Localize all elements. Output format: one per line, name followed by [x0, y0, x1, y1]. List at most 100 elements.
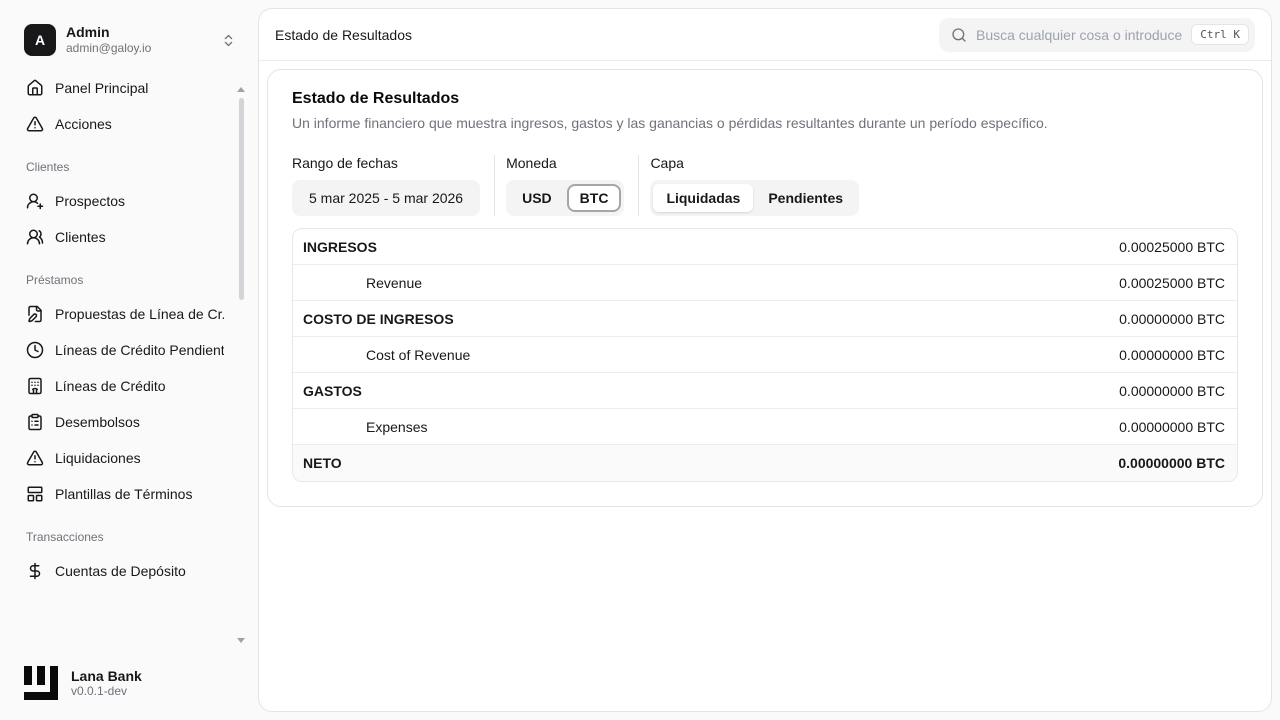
table-row-neto: NETO 0.00000000 BTC [293, 445, 1237, 481]
search-box[interactable]: Ctrl K [939, 17, 1255, 52]
file-pen-icon [26, 305, 44, 323]
nav-section-label: Clientes [26, 160, 70, 174]
breadcrumb: Estado de Resultados [275, 26, 412, 43]
row-value: 0.00000000 BTC [1118, 455, 1225, 471]
brand-footer: Lana Bank v0.0.1-dev [0, 654, 250, 720]
user-name: Admin [66, 24, 110, 41]
user-menu-trigger[interactable]: A Admin admin@galoy.io [16, 24, 236, 56]
row-value: 0.00000000 BTC [1119, 418, 1225, 435]
sidebar-item-label: Clientes [55, 229, 106, 245]
chevrons-up-down-icon [221, 33, 236, 48]
sidebar-item-cuentas-deposito[interactable]: Cuentas de Depósito [0, 553, 250, 589]
sidebar-item-label: Panel Principal [55, 80, 149, 96]
sidebar-item-liquidaciones[interactable]: Liquidaciones [0, 440, 250, 476]
row-label: Cost of Revenue [366, 346, 471, 363]
alert-triangle-icon [26, 115, 44, 133]
bank-icon [26, 377, 44, 395]
users-icon [26, 228, 44, 246]
sidebar-item-label: Líneas de Crédito [55, 378, 166, 394]
brand-version: v0.0.1-dev [71, 684, 128, 699]
row-value: 0.00000000 BTC [1119, 346, 1225, 363]
sidebar-item-label: Liquidaciones [55, 450, 141, 466]
layer-label: Capa [650, 155, 684, 171]
report-filters: Rango de fechas 5 mar 2025 - 5 mar 2026 … [292, 155, 1238, 216]
search-input[interactable] [976, 26, 1183, 43]
search-icon [951, 27, 967, 43]
sidebar-item-prospectos[interactable]: Prospectos [0, 183, 250, 219]
nav-section-label: Préstamos [26, 273, 84, 287]
row-label: COSTO DE INGRESOS [303, 310, 454, 327]
date-range-label: Rango de fechas [292, 155, 398, 171]
sidebar-item-plantillas-terminos[interactable]: Plantillas de Términos [0, 476, 250, 512]
main-header: Estado de Resultados Ctrl K [259, 9, 1271, 61]
sidebar-scrollbar[interactable] [239, 98, 244, 300]
table-row-costo-de-ingresos: COSTO DE INGRESOS 0.00000000 BTC [293, 301, 1237, 337]
shortcut-badge: Ctrl K [1191, 24, 1249, 45]
income-statement-table: INGRESOS 0.00025000 BTC Revenue 0.00025000 … [292, 228, 1238, 482]
main-panel: Estado de Resultados Ctrl K Estado de Re… [258, 8, 1272, 712]
sidebar-item-label: Acciones [55, 116, 112, 132]
table-row-gastos: GASTOS 0.00000000 BTC [293, 373, 1237, 409]
user-meta: Admin admin@galoy.io [66, 24, 151, 55]
option-liquidadas[interactable]: Liquidadas [653, 184, 754, 212]
row-value: 0.00000000 BTC [1119, 310, 1225, 327]
row-label: NETO [303, 455, 342, 471]
avatar-initial: A [34, 32, 46, 48]
row-label: Expenses [366, 418, 428, 435]
user-plus-icon [26, 192, 44, 210]
row-value: 0.00025000 BTC [1119, 274, 1225, 291]
table-row-expenses: Expenses 0.00000000 BTC [293, 409, 1237, 445]
brand-name: Lana Bank [71, 667, 142, 684]
row-label: INGRESOS [303, 238, 377, 255]
date-range-group: Rango de fechas 5 mar 2025 - 5 mar 2026 [292, 155, 494, 216]
option-usd[interactable]: USD [509, 184, 565, 212]
report-description: Un informe financiero que muestra ingres… [292, 115, 1048, 131]
sidebar-item-propuestas-linea-credito[interactable]: Propuestas de Línea de Cr... [0, 296, 250, 332]
sidebar-nav: Panel Principal Acciones Clientes Prospecto… [0, 64, 250, 654]
row-label: GASTOS [303, 382, 362, 399]
dollar-icon [26, 562, 44, 580]
avatar: A [24, 24, 56, 56]
option-pendientes[interactable]: Pendientes [755, 184, 856, 212]
report-title: Estado de Resultados [292, 90, 460, 107]
sidebar-item-label: Desembolsos [55, 414, 140, 430]
clipboard-list-icon [26, 413, 44, 431]
sidebar-item-acciones[interactable]: Acciones [0, 106, 250, 142]
report-card: Estado de Resultados Un informe financie… [267, 69, 1263, 507]
scroll-up-indicator [237, 87, 245, 92]
table-row-ingresos: INGRESOS 0.00025000 BTC [293, 229, 1237, 265]
sidebar-item-label: Prospectos [55, 193, 126, 209]
layout-template-icon [26, 485, 44, 503]
lana-bank-logo-icon [24, 666, 58, 700]
sidebar-item-lineas-credito[interactable]: Líneas de Crédito [0, 368, 250, 404]
option-btc[interactable]: BTC [566, 184, 622, 212]
sidebar-item-label: Líneas de Crédito Pendient... [55, 342, 224, 358]
sidebar-item-label: Plantillas de Términos [55, 486, 193, 502]
sidebar-item-clientes[interactable]: Clientes [0, 219, 250, 255]
sidebar-item-desembolsos[interactable]: Desembolsos [0, 404, 250, 440]
clock-icon [26, 341, 44, 359]
date-range-button[interactable]: 5 mar 2025 - 5 mar 2026 [292, 180, 481, 216]
home-icon [26, 79, 44, 97]
table-row-cost-of-revenue: Cost of Revenue 0.00000000 BTC [293, 337, 1237, 373]
content-area: Estado de Resultados Un informe financie… [259, 61, 1271, 711]
table-row-revenue: Revenue 0.00025000 BTC [293, 265, 1237, 301]
alert-triangle-icon [26, 449, 44, 467]
scroll-down-indicator [237, 638, 245, 643]
app-root: A Admin admin@galoy.io Panel Principal Ac… [0, 0, 1280, 720]
nav-section-label: Transacciones [26, 530, 104, 544]
layer-toggle: Liquidadas Pendientes [650, 180, 860, 216]
sidebar-item-label: Cuentas de Depósito [55, 563, 186, 579]
layer-group: Capa Liquidadas Pendientes [638, 155, 873, 216]
sidebar: A Admin admin@galoy.io Panel Principal Ac… [0, 0, 250, 720]
sidebar-item-panel-principal[interactable]: Panel Principal [0, 70, 250, 106]
currency-group: Moneda USD BTC [494, 155, 638, 216]
row-value: 0.00000000 BTC [1119, 382, 1225, 399]
row-label: Revenue [366, 274, 423, 291]
currency-toggle: USD BTC [506, 180, 625, 216]
sidebar-item-lineas-credito-pendientes[interactable]: Líneas de Crédito Pendient... [0, 332, 250, 368]
row-value: 0.00025000 BTC [1119, 238, 1225, 255]
user-email: admin@galoy.io [66, 41, 152, 56]
currency-label: Moneda [506, 155, 557, 171]
sidebar-item-label: Propuestas de Línea de Cr... [55, 306, 224, 322]
